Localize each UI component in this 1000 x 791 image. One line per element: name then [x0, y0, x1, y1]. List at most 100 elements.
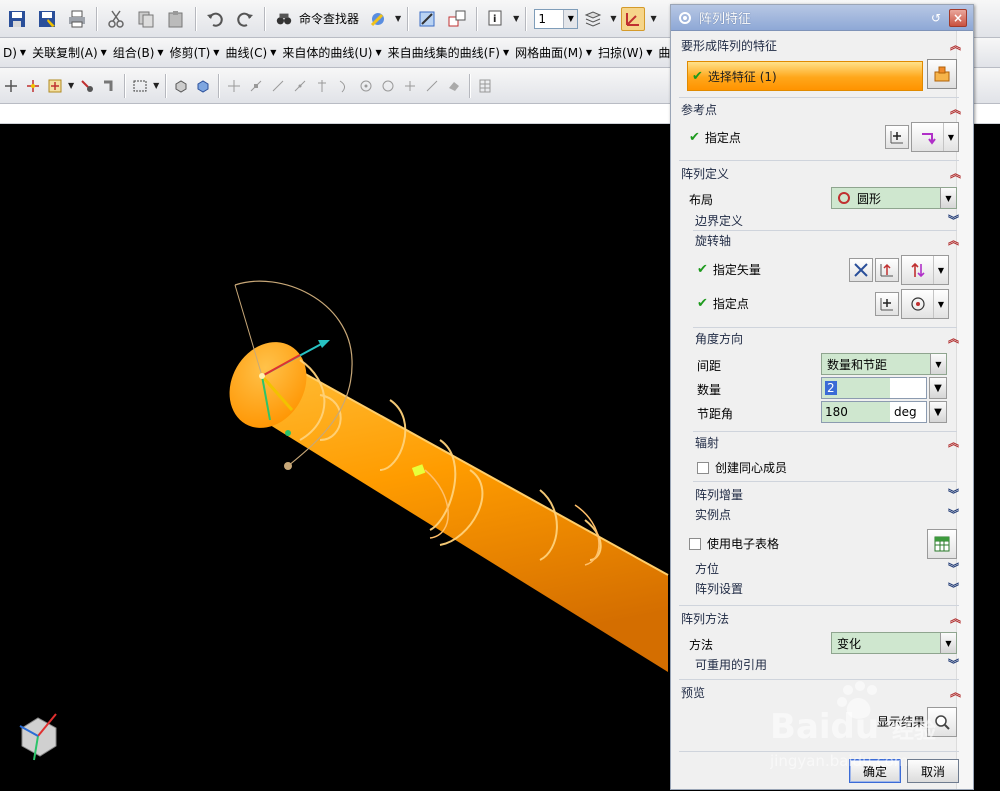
method-select[interactable]: 变化 ▼	[831, 632, 957, 654]
line-snap-icon[interactable]	[269, 77, 287, 95]
chevron-down-icon[interactable]: ▼	[940, 633, 956, 653]
select-feature-button[interactable]	[927, 59, 957, 89]
print-icon[interactable]	[65, 7, 89, 31]
selection-filter-icon[interactable]	[46, 77, 64, 95]
collapse-icon[interactable]: ︽	[948, 232, 959, 248]
point-on-curve-icon[interactable]	[423, 77, 441, 95]
cut-icon[interactable]	[104, 7, 128, 31]
spreadsheet-button[interactable]	[927, 529, 957, 559]
tangent-snap-icon[interactable]	[291, 77, 309, 95]
radiate-header[interactable]: 辐射 ︽	[695, 433, 959, 451]
close-icon[interactable]: ×	[949, 8, 967, 27]
vector-type-splitbutton[interactable]: ▼	[901, 255, 949, 285]
chevron-down-icon[interactable]: ▼	[610, 14, 616, 23]
menu-item-associative-copy[interactable]: 关联复制(A) ▼	[29, 44, 110, 61]
reset-icon[interactable]: ↺	[927, 9, 945, 27]
expand-icon[interactable]: ︾	[948, 506, 959, 522]
axis-point-dialog-button[interactable]	[875, 292, 899, 316]
instance-points-header[interactable]: 实例点 ︾	[695, 505, 959, 523]
menu-item-mesh-surface[interactable]: 网格曲面(M) ▼	[512, 44, 595, 61]
work-layer-select[interactable]: 1 ▼	[534, 8, 579, 29]
edit-object-icon[interactable]	[415, 7, 439, 31]
angle-direction-header[interactable]: 角度方向 ︽	[695, 329, 959, 347]
collapse-icon[interactable]: ︽	[950, 101, 961, 117]
use-spreadsheet-row[interactable]: 使用电子表格	[689, 535, 779, 552]
chevron-down-icon[interactable]: ▼	[930, 354, 946, 374]
inferred-vector-icon[interactable]	[902, 256, 934, 284]
point-on-surface-icon[interactable]	[445, 77, 463, 95]
undo-icon[interactable]	[203, 7, 227, 31]
pipe-icon[interactable]	[100, 77, 118, 95]
chevron-down-icon[interactable]: ▼	[934, 300, 948, 309]
spacing-select[interactable]: 数量和节距 ▼	[821, 353, 947, 375]
wcs-icon[interactable]	[621, 6, 646, 31]
use-spreadsheet-checkbox[interactable]	[689, 537, 701, 550]
tools-icon[interactable]	[366, 7, 390, 31]
point-snap-icon[interactable]	[24, 77, 42, 95]
information-icon[interactable]: i	[484, 7, 508, 31]
orientation-header[interactable]: 方位 ︾	[695, 559, 959, 577]
menu-item-trim[interactable]: 修剪(T) ▼	[167, 44, 223, 61]
section-reference-point-header[interactable]: 参考点 ︽	[681, 99, 961, 119]
copy-icon[interactable]	[134, 7, 158, 31]
point-dialog-button[interactable]	[885, 125, 909, 149]
show-result-button[interactable]	[927, 707, 957, 737]
intersection-snap-icon[interactable]	[313, 77, 331, 95]
concentric-checkbox[interactable]	[697, 461, 709, 474]
expand-icon[interactable]: ︾	[948, 486, 959, 502]
center-snap-icon[interactable]	[357, 77, 375, 95]
center-point-icon[interactable]	[902, 290, 934, 318]
vector-dialog-button[interactable]	[875, 258, 899, 282]
expand-icon[interactable]: ︾	[948, 212, 959, 228]
expand-icon[interactable]: ︾	[948, 580, 959, 596]
chevron-down-icon[interactable]: ▼	[395, 14, 401, 23]
paste-icon[interactable]	[164, 7, 188, 31]
menu-item-combine[interactable]: 组合(B) ▼	[110, 44, 167, 61]
save-as-icon[interactable]	[35, 7, 59, 31]
rectangle-select-icon[interactable]	[131, 77, 149, 95]
layer-settings-icon[interactable]	[581, 7, 605, 31]
grid-icon[interactable]	[476, 77, 494, 95]
layout-select[interactable]: 圆形 ▼	[831, 187, 957, 209]
chevron-down-icon[interactable]: ▼	[68, 81, 74, 90]
chevron-down-icon[interactable]: ▼	[563, 9, 578, 28]
chevron-down-icon[interactable]: ▼	[944, 133, 958, 142]
boundary-definition-header[interactable]: 边界定义 ︾	[695, 211, 959, 229]
count-options-button[interactable]: ▼	[929, 377, 947, 399]
menu-item-curve-from-bodies[interactable]: 来自体的曲线(U) ▼	[279, 44, 384, 61]
section-pattern-method-header[interactable]: 阵列方法 ︽	[681, 608, 961, 628]
section-preview-header[interactable]: 预览 ︽	[681, 682, 961, 702]
chevron-down-icon[interactable]: ▼	[153, 81, 159, 90]
pitch-angle-input[interactable]: 180 deg	[821, 401, 927, 423]
follow-selection-icon[interactable]	[78, 77, 96, 95]
pattern-increment-header[interactable]: 阵列增量 ︾	[695, 485, 959, 503]
chevron-down-icon[interactable]: ▼	[940, 188, 956, 208]
inferred-point-icon[interactable]	[912, 123, 944, 151]
pitch-angle-field[interactable]: 180 deg ▼	[821, 401, 947, 423]
cancel-button[interactable]: 取消	[907, 759, 959, 783]
expand-icon[interactable]: ︾	[948, 560, 959, 576]
command-finder-button[interactable]: 命令查找器	[269, 6, 363, 32]
chevron-down-icon[interactable]: ▼	[650, 14, 656, 23]
pipe-body[interactable]	[262, 350, 668, 672]
point-type-splitbutton[interactable]: ▼	[911, 122, 959, 152]
snap-icon[interactable]	[2, 77, 20, 95]
menu-item-curve[interactable]: 曲线(C) ▼	[222, 44, 279, 61]
section-pattern-definition-header[interactable]: 阵列定义 ︽	[681, 163, 961, 183]
existing-point-icon[interactable]	[401, 77, 419, 95]
collapse-icon[interactable]: ︽	[950, 610, 961, 626]
count-field[interactable]: 2 ▼	[821, 377, 947, 399]
chevron-down-icon[interactable]: ▼	[513, 14, 519, 23]
collapse-icon[interactable]: ︽	[950, 684, 961, 700]
menu-item-0[interactable]: D) ▼	[0, 46, 29, 60]
layout-icon[interactable]	[445, 7, 469, 31]
collapse-icon[interactable]: ︽	[948, 330, 959, 346]
chevron-down-icon[interactable]: ▼	[934, 266, 948, 275]
reusable-references-header[interactable]: 可重用的引用 ︾	[695, 655, 959, 673]
menu-item-curve-from-curves[interactable]: 来自曲线集的曲线(F) ▼	[385, 44, 512, 61]
feature-select-icon[interactable]	[172, 77, 190, 95]
pattern-settings-header[interactable]: 阵列设置 ︾	[695, 579, 959, 597]
collapse-icon[interactable]: ︽	[950, 37, 961, 53]
endpoint-snap-icon[interactable]	[225, 77, 243, 95]
save-icon[interactable]	[5, 7, 29, 31]
